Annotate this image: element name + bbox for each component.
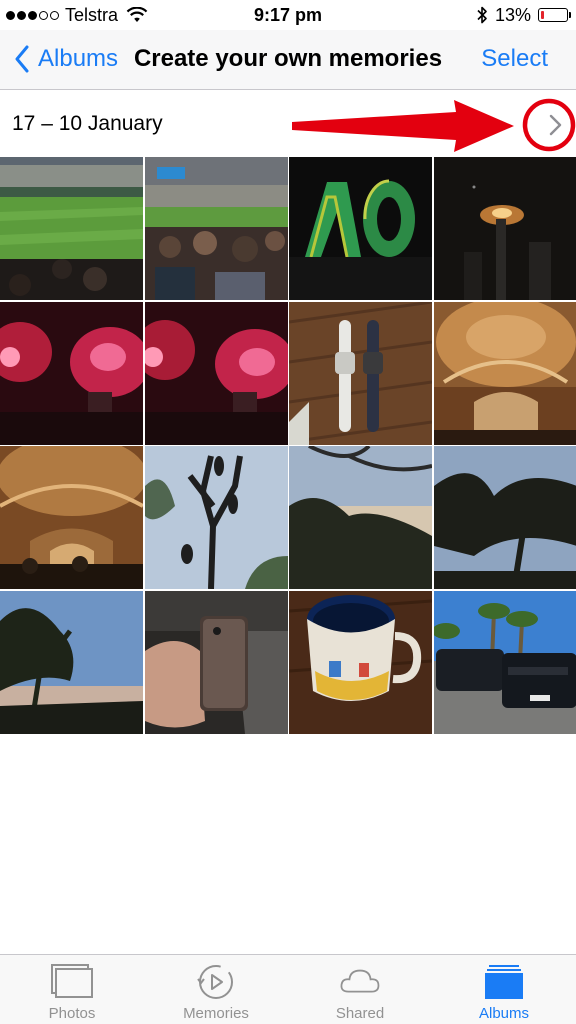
pink-fireworks-photo[interactable] bbox=[0, 301, 143, 445]
tab-bar: Photos Memories Shared Albums bbox=[0, 954, 576, 1024]
jeeps-palm-trees-photo[interactable] bbox=[433, 590, 576, 734]
section-header[interactable]: 17 – 10 January bbox=[0, 90, 576, 157]
tab-albums[interactable]: Albums bbox=[432, 955, 576, 1024]
navigation-bar: Albums Create your own memories Select bbox=[0, 30, 576, 90]
battery-fill bbox=[541, 11, 544, 19]
eucalyptus-sunset-photo[interactable] bbox=[0, 590, 143, 734]
apple-watches-photo[interactable] bbox=[289, 301, 432, 445]
tab-label: Albums bbox=[478, 1005, 530, 1022]
melbourne-mug-photo[interactable] bbox=[289, 590, 432, 734]
cloud-icon bbox=[340, 969, 380, 993]
back-button-label: Albums bbox=[38, 45, 119, 72]
chevron-left-icon bbox=[15, 45, 29, 73]
ornate-ceiling-photo[interactable] bbox=[433, 301, 576, 445]
tab-label: Photos bbox=[48, 1005, 96, 1022]
chevron-right-icon[interactable] bbox=[538, 108, 572, 142]
bats-in-tree-photo[interactable] bbox=[144, 446, 288, 589]
tab-label: Shared bbox=[335, 1005, 385, 1022]
bluetooth-icon bbox=[477, 6, 487, 24]
photo-grid bbox=[0, 157, 576, 734]
tab-shared[interactable]: Shared bbox=[288, 955, 432, 1024]
battery-percent: 13% bbox=[494, 5, 531, 25]
cricket-stadium-photo[interactable] bbox=[0, 157, 143, 300]
status-bar: Telstra 9:17 pm 13% bbox=[0, 0, 576, 30]
tab-photos[interactable]: Photos bbox=[0, 955, 144, 1024]
tab-memories[interactable]: Memories bbox=[144, 955, 288, 1024]
theatre-interior-photo[interactable] bbox=[0, 446, 143, 589]
photos-icon bbox=[51, 964, 93, 998]
select-button[interactable]: Select bbox=[481, 30, 548, 88]
section-date-range: 17 – 10 January bbox=[12, 112, 163, 135]
tower-fireworks-photo[interactable] bbox=[433, 157, 576, 300]
status-right: 13% bbox=[476, 0, 571, 30]
pink-fireworks-photo-2[interactable] bbox=[144, 301, 288, 445]
stadium-crowd-photo[interactable] bbox=[144, 157, 288, 300]
back-button[interactable]: Albums bbox=[14, 30, 118, 88]
albums-icon bbox=[485, 965, 523, 999]
memories-icon bbox=[197, 965, 233, 999]
tab-label: Memories bbox=[183, 1005, 249, 1022]
ao-sign-photo[interactable] bbox=[289, 157, 432, 300]
iphone-in-hand-photo[interactable] bbox=[144, 590, 288, 734]
dusk-treeline-photo[interactable] bbox=[289, 446, 432, 589]
tree-silhouette-photo[interactable] bbox=[433, 446, 576, 589]
battery-icon bbox=[538, 8, 571, 22]
